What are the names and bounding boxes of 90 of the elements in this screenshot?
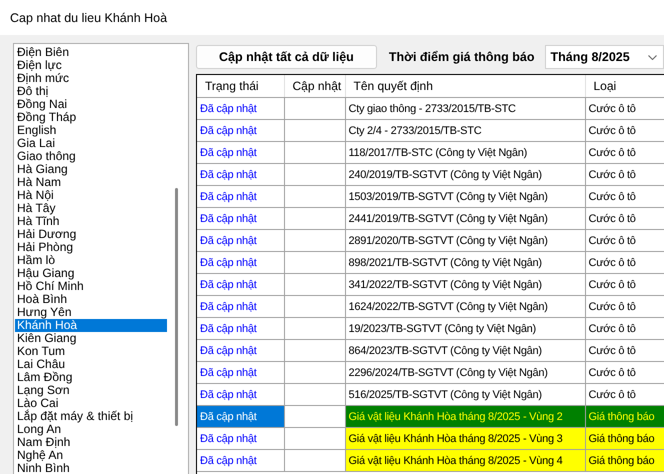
list-item[interactable]: Lâm Đồng (15, 371, 167, 384)
list-item[interactable]: Hoà Bình (15, 293, 167, 306)
list-item[interactable]: Nghệ An (15, 449, 167, 462)
month-dropdown[interactable]: Tháng 8/2025 (544, 45, 664, 69)
status-cell: Đã cập nhật (197, 428, 284, 450)
list-item[interactable]: Lào Cai (15, 397, 167, 410)
list-item[interactable]: Hầm lò (15, 254, 167, 267)
table-cell: Cước ô tô (585, 318, 664, 340)
list-item[interactable]: Lạng Sơn (15, 384, 167, 397)
status-cell: Đã cập nhật (197, 406, 284, 428)
status-cell: Đã cập nhật (197, 450, 284, 472)
table-cell: 118/2017/TB-STC (Công ty Việt Ngân) (345, 142, 585, 164)
table-cell: 2296/2024/TB-SGTVT (Công ty Việt Ngân) (345, 362, 585, 384)
table-cell: 898/2021/TB-SGTVT (Công ty Việt Ngân) (345, 252, 585, 274)
list-item[interactable]: Kiên Giang (15, 332, 167, 345)
list-item[interactable]: Điện Biên (15, 46, 167, 59)
table-cell: 341/2022/TB-SGTVT (Công ty Việt Ngân) (345, 274, 585, 296)
table-cell: 2891/2020/TB-SGTVT (Công ty Việt Ngân) (345, 230, 585, 252)
list-item[interactable]: Đô thị (15, 85, 167, 98)
list-item[interactable]: Khánh Hoà (15, 319, 167, 332)
table-cell: Giá vật liệu Khánh Hòa tháng 8/2025 - Vùng 4 (345, 450, 585, 472)
table-cell: 1624/2022/TB-SGTVT (Công ty Việt Ngân) (345, 296, 585, 318)
list-item[interactable]: Đồng Nai (15, 98, 167, 111)
price-time-label: Thời điểm giá thông báo (388, 50, 534, 64)
list-item[interactable]: Hà Tĩnh (15, 215, 167, 228)
list-item[interactable]: Hậu Giang (15, 267, 167, 280)
table-cell: Cước ô tô (585, 120, 664, 142)
table-cell: Cước ô tô (585, 252, 664, 274)
table-cell: Giá thông báo (585, 450, 664, 472)
list-item[interactable]: Hồ Chí Minh (15, 280, 167, 293)
status-cell: Đã cập nhật (197, 120, 284, 142)
table-cell: Cước ô tô (585, 362, 664, 384)
list-item[interactable]: Điện lực (15, 59, 167, 72)
table-cell: Giá vật liệu Khánh Hòa tháng 8/2025 - Vùng 3 (345, 428, 585, 450)
list-item[interactable]: English (15, 124, 167, 137)
list-item[interactable]: Hà Tây (15, 202, 167, 215)
table-cell: Cước ô tô (585, 230, 664, 252)
window-title: Cap nhat du lieu Khánh Hoà (10, 10, 168, 24)
scrollbar-thumb[interactable] (175, 188, 178, 426)
table-cell: 516/2025/TB-SGTVT (Công ty Việt Ngân) (345, 384, 585, 406)
list-item[interactable]: Hưng Yên (15, 306, 167, 319)
table-cell: Cước ô tô (585, 98, 664, 120)
table-cell: Cước ô tô (585, 384, 664, 406)
chevron-down-icon (648, 54, 657, 60)
list-item[interactable]: Giao thông (15, 150, 167, 163)
status-cell: Đã cập nhật (197, 362, 284, 384)
table-cell: Cước ô tô (585, 186, 664, 208)
list-item[interactable]: Ninh Bình (15, 462, 167, 474)
status-cell: Đã cập nhật (197, 296, 284, 318)
table-cell: Giá thông báo (585, 406, 664, 428)
list-item[interactable]: Gia Lai (15, 137, 167, 150)
status-cell: Đã cập nhật (197, 208, 284, 230)
table-cell: 864/2023/TB-SGTVT (Công ty Việt Ngân) (345, 340, 585, 362)
status-cell: Đã cập nhật (197, 186, 284, 208)
list-item[interactable]: Long An (15, 423, 167, 436)
status-cell: Đã cập nhật (197, 274, 284, 296)
table-cell: Cước ô tô (585, 296, 664, 318)
list-item[interactable]: Hà Nam (15, 176, 167, 189)
table-cell: Cước ô tô (585, 208, 664, 230)
list-item[interactable]: Kon Tum (15, 345, 167, 358)
table-cell: Cước ô tô (585, 164, 664, 186)
table-cell: Giá thông báo (585, 428, 664, 450)
table-cell: Cty 2/4 - 2733/2015/TB-STC (345, 120, 585, 142)
update-all-button[interactable]: Cập nhật tất cả dữ liệu (196, 45, 377, 69)
table-cell: Giá vật liệu Khánh Hòa tháng 8/2025 - Vùng 2 (345, 406, 585, 428)
list-item[interactable]: Hà Nội (15, 189, 167, 202)
table-cell: Cước ô tô (585, 142, 664, 164)
status-cell: Đã cập nhật (197, 340, 284, 362)
list-item[interactable]: Hải Phòng (15, 241, 167, 254)
status-cell: Đã cập nhật (197, 230, 284, 252)
status-cell: Đã cập nhật (197, 164, 284, 186)
table-cell: 1503/2019/TB-SGTVT (Công ty Việt Ngân) (345, 186, 585, 208)
table-cell: Cước ô tô (585, 274, 664, 296)
status-cell: Đã cập nhật (197, 318, 284, 340)
table-cell: 19/2023/TB-SGTVT (Công ty Việt Ngân) (345, 318, 585, 340)
list-item[interactable]: Đồng Tháp (15, 111, 167, 124)
list-item[interactable]: Định mức (15, 72, 167, 85)
list-item[interactable]: Lắp đặt máy & thiết bị (15, 410, 167, 423)
table-cell: 240/2019/TB-SGTVT (Công ty Việt Ngân) (345, 164, 585, 186)
table-cell: 2441/2019/TB-SGTVT (Công ty Việt Ngân) (345, 208, 585, 230)
list-item[interactable]: Hải Dương (15, 228, 167, 241)
list-item[interactable]: Lai Châu (15, 358, 167, 371)
list-item[interactable]: Hà Giang (15, 163, 167, 176)
list-item[interactable]: Nam Định (15, 436, 167, 449)
status-cell: Đã cập nhật (197, 384, 284, 406)
status-cell: Đã cập nhật (197, 142, 284, 164)
status-cell: Đã cập nhật (197, 98, 284, 120)
table-cell: Cước ô tô (585, 340, 664, 362)
status-cell: Đã cập nhật (197, 252, 284, 274)
table-cell: Cty giao thông - 2733/2015/TB-STC (345, 98, 585, 120)
